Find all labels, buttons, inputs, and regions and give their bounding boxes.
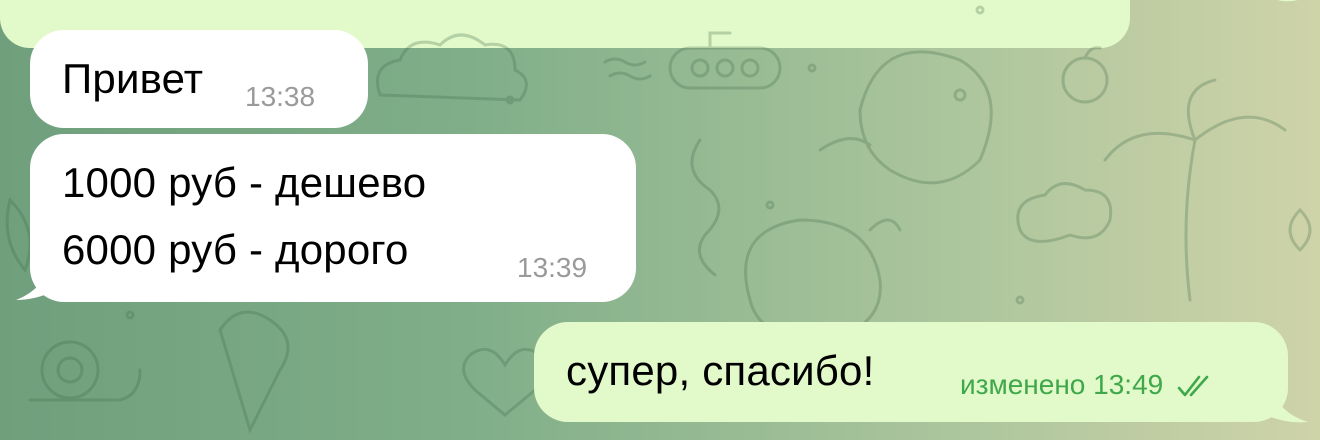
whale-icon bbox=[818, 50, 993, 185]
submarine-icon bbox=[603, 31, 782, 90]
bubble-tail bbox=[1268, 384, 1308, 423]
fruit-icon bbox=[1061, 46, 1109, 104]
message-time: 13:49 bbox=[1093, 369, 1164, 400]
message-time: 13:38 bbox=[245, 81, 316, 112]
message-text-line: 1000 руб - дешево bbox=[62, 159, 427, 206]
snail-icon bbox=[28, 340, 142, 402]
ice-cream-icon bbox=[218, 310, 290, 435]
bubble-tail bbox=[16, 262, 52, 300]
edited-label: изменено bbox=[960, 369, 1086, 400]
double-check-icon bbox=[1177, 375, 1209, 397]
message-time: 13:39 bbox=[517, 252, 588, 283]
message-text: Привет bbox=[62, 55, 204, 102]
incoming-message-bubble[interactable]: Привет 13:38 bbox=[30, 30, 368, 128]
bubble-tail bbox=[1277, 0, 1298, 2]
cloud-icon bbox=[1016, 182, 1113, 243]
palm-tree-icon bbox=[1103, 78, 1287, 302]
incoming-message-bubble[interactable]: 1000 руб - дешево 6000 руб - дорого 13:3… bbox=[30, 134, 636, 302]
outgoing-message-bubble[interactable]: супер, спасибо! изменено 13:49 bbox=[534, 322, 1288, 422]
cloud-icon bbox=[376, 33, 528, 102]
message-text: супер, спасибо! bbox=[566, 347, 875, 394]
message-meta: изменено 13:49 bbox=[960, 369, 1213, 401]
message-text-line: 6000 руб - дорого bbox=[62, 226, 409, 273]
seaweed-icon bbox=[690, 138, 721, 277]
